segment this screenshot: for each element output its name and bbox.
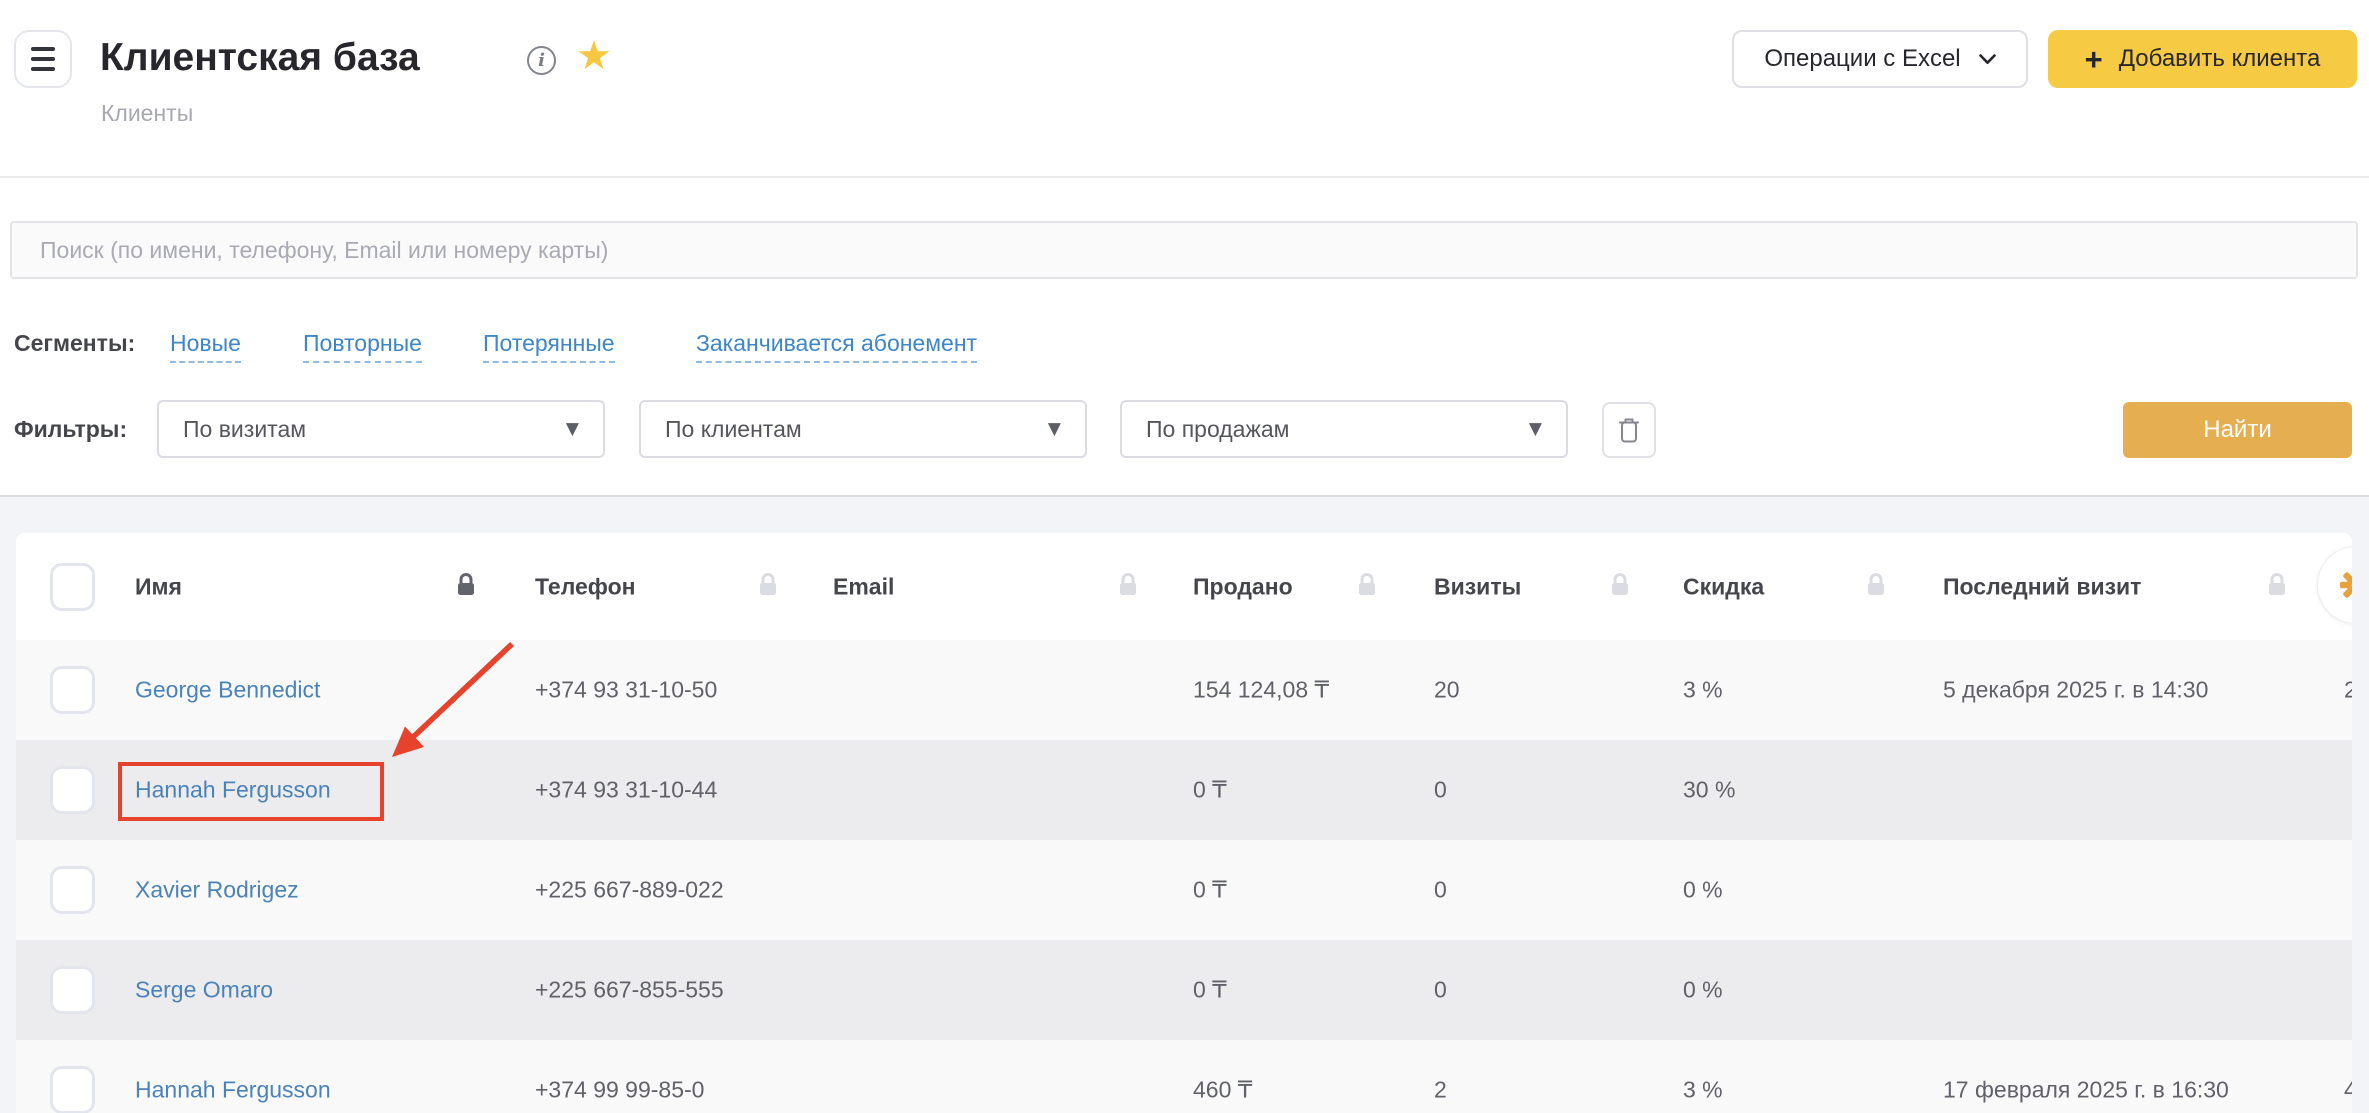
sold-cell: 0 ₸ (1193, 877, 1227, 904)
visits-cell: 20 (1434, 677, 1460, 704)
trash-icon (1617, 416, 1641, 444)
gear-icon[interactable] (2338, 567, 2352, 603)
clients-filter-value: По клиентам (665, 416, 802, 443)
visits-cell: 0 (1434, 877, 1447, 904)
add-client-button[interactable]: + Добавить клиента (2048, 30, 2357, 88)
visits-cell: 0 (1434, 977, 1447, 1004)
column-header-discount[interactable]: Скидка (1683, 573, 1764, 600)
sold-cell: 460 ₸ (1193, 1077, 1252, 1104)
lock-icon-last-visit-column[interactable] (2266, 571, 2288, 603)
lock-icon-visits-column[interactable] (1609, 571, 1631, 603)
discount-cell: 0 % (1683, 977, 1723, 1004)
add-client-label: Добавить клиента (2119, 45, 2321, 73)
filters-label: Фильтры: (14, 416, 127, 443)
hamburger-icon (31, 47, 55, 51)
clipped-cell: 4 (2344, 1077, 2352, 1104)
header-divider (0, 176, 2369, 178)
column-header-visits[interactable]: Визиты (1434, 573, 1521, 600)
table-row[interactable]: Hannah Fergusson +374 93 31-10-44 0 ₸ 0 … (16, 740, 2352, 840)
find-button-label: Найти (2203, 416, 2271, 444)
column-header-sold[interactable]: Продано (1193, 573, 1293, 600)
visits-filter-dropdown[interactable]: По визитам ▼ (157, 400, 605, 458)
column-header-email[interactable]: Email (833, 573, 894, 600)
visits-cell: 2 (1434, 1077, 1447, 1104)
visits-cell: 0 (1434, 777, 1447, 804)
row-checkbox[interactable] (50, 666, 95, 714)
sold-cell: 0 ₸ (1193, 977, 1227, 1004)
phone-cell: +374 99 99-85-0 (535, 1077, 704, 1104)
phone-cell: +374 93 31-10-50 (535, 677, 717, 704)
find-button[interactable]: Найти (2123, 402, 2352, 458)
search-input[interactable] (10, 221, 2358, 279)
last-visit-cell: 5 декабря 2025 г. в 14:30 (1943, 677, 2208, 704)
table-row[interactable]: Hannah Fergusson +374 99 99-85-0 460 ₸ 2… (16, 1040, 2352, 1113)
sales-filter-value: По продажам (1146, 416, 1289, 443)
discount-cell: 0 % (1683, 877, 1723, 904)
client-name-link[interactable]: Serge Omaro (135, 977, 273, 1004)
visits-filter-value: По визитам (183, 416, 306, 443)
client-name-link[interactable]: Hannah Fergusson (135, 777, 331, 804)
column-header-phone[interactable]: Телефон (535, 573, 636, 600)
clients-filter-dropdown[interactable]: По клиентам ▼ (639, 400, 1087, 458)
page-title: Клиентская база (100, 36, 420, 80)
favorite-star-icon[interactable]: ★ (576, 33, 612, 79)
client-name-link[interactable]: George Bennedict (135, 677, 320, 704)
info-icon[interactable]: i (527, 46, 556, 75)
phone-cell: +374 93 31-10-44 (535, 777, 717, 804)
clipped-cell: 2 (2344, 677, 2352, 704)
dropdown-caret-icon: ▼ (1048, 419, 1061, 439)
table-row[interactable]: Xavier Rodrigez +225 667-889-022 0 ₸ 0 0… (16, 840, 2352, 940)
last-visit-cell: 17 февраля 2025 г. в 16:30 (1943, 1077, 2229, 1104)
client-name-link[interactable]: Hannah Fergusson (135, 1077, 331, 1104)
chevron-down-icon (1979, 54, 1996, 65)
segment-link-lost[interactable]: Потерянные (483, 330, 615, 363)
client-name-link[interactable]: Xavier Rodrigez (135, 877, 299, 904)
sales-filter-dropdown[interactable]: По продажам ▼ (1120, 400, 1568, 458)
discount-cell: 3 % (1683, 1077, 1723, 1104)
plus-icon: + (2085, 44, 2103, 75)
column-header-name[interactable]: Имя (135, 573, 182, 600)
menu-button[interactable] (14, 30, 72, 88)
clients-table: Имя Телефон Email Продано Визиты Скидка … (16, 533, 2352, 1113)
phone-cell: +225 667-855-555 (535, 977, 724, 1004)
table-row[interactable]: Serge Omaro +225 667-855-555 0 ₸ 0 0 % (16, 940, 2352, 1040)
lock-icon-email-column[interactable] (1117, 571, 1139, 603)
sold-cell: 154 124,08 ₸ (1193, 677, 1329, 704)
dropdown-caret-icon: ▼ (566, 419, 579, 439)
segments-label: Сегменты: (14, 330, 135, 357)
table-row[interactable]: George Bennedict +374 93 31-10-50 154 12… (16, 640, 2352, 740)
excel-operations-button[interactable]: Операции с Excel (1732, 30, 2028, 88)
row-checkbox[interactable] (50, 966, 95, 1014)
lock-icon-sold-column[interactable] (1356, 571, 1378, 603)
select-all-checkbox[interactable] (50, 563, 95, 611)
segment-link-new[interactable]: Новые (170, 330, 241, 363)
discount-cell: 3 % (1683, 677, 1723, 704)
segment-link-expiring[interactable]: Заканчивается абонемент (696, 330, 977, 363)
clear-filters-button[interactable] (1602, 402, 1656, 458)
row-checkbox[interactable] (50, 766, 95, 814)
column-header-last-visit[interactable]: Последний визит (1943, 573, 2141, 600)
excel-operations-label: Операции с Excel (1764, 45, 1960, 73)
table-header-row: Имя Телефон Email Продано Визиты Скидка … (16, 533, 2352, 640)
breadcrumb: Клиенты (101, 100, 193, 127)
lock-icon-phone-column[interactable] (757, 571, 779, 603)
row-checkbox[interactable] (50, 1066, 95, 1113)
row-checkbox[interactable] (50, 866, 95, 914)
sold-cell: 0 ₸ (1193, 777, 1227, 804)
discount-cell: 30 % (1683, 777, 1735, 804)
dropdown-caret-icon: ▼ (1529, 419, 1542, 439)
lock-icon-name-column[interactable] (455, 571, 477, 603)
lock-icon-discount-column[interactable] (1865, 571, 1887, 603)
phone-cell: +225 667-889-022 (535, 877, 724, 904)
segment-link-repeat[interactable]: Повторные (303, 330, 422, 363)
